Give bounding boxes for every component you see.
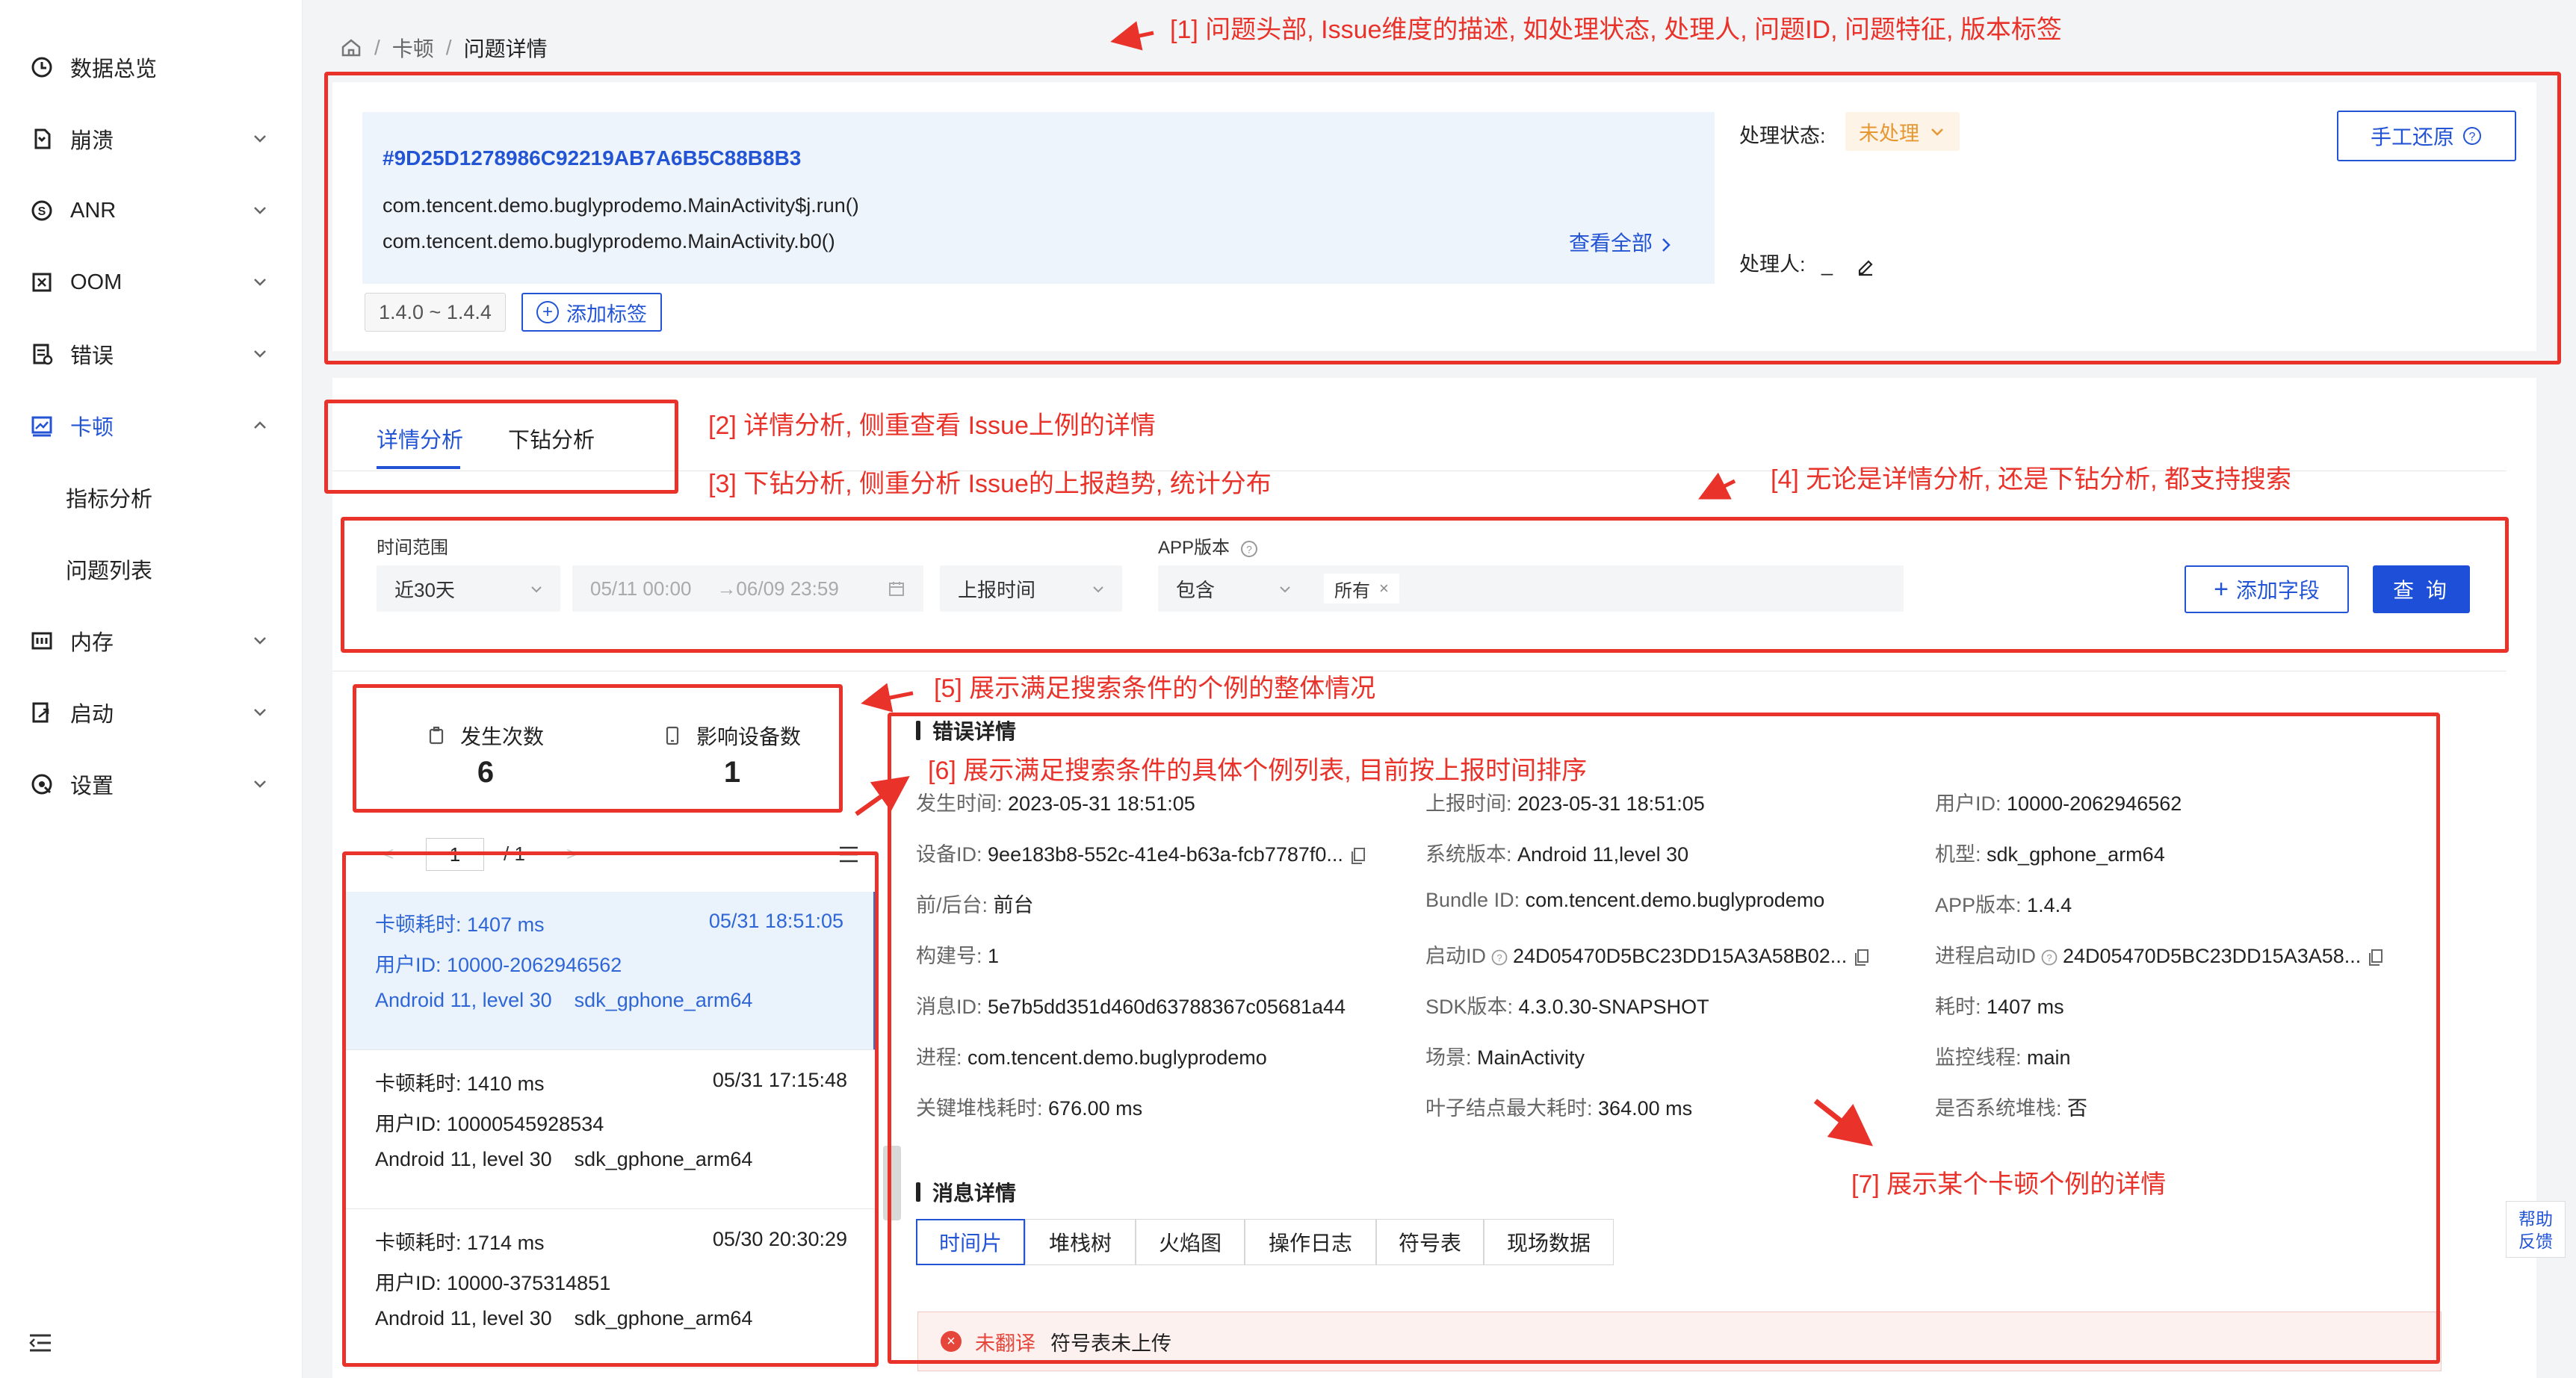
annotation-5: [5] 展示满足搜索条件的个例的整体情况 xyxy=(934,674,1376,703)
annotation-6: [6] 展示满足搜索条件的具体个例列表, 目前按上报时间排序 xyxy=(928,757,1588,785)
annotation-4: [4] 无论是详情分析, 还是下钻分析, 都支持搜索 xyxy=(1771,465,2292,494)
annotation-3: [3] 下钻分析, 侧重分析 Issue的上报趋势, 统计分布 xyxy=(708,470,1272,498)
annotation-2: [2] 详情分析, 侧重查看 Issue上例的详情 xyxy=(708,412,1156,440)
annotation-1: [1] 问题头部, Issue维度的描述, 如处理状态, 处理人, 问题ID, … xyxy=(1170,16,2062,44)
annotation-7: [7] 展示某个卡顿个例的详情 xyxy=(1851,1170,2167,1199)
